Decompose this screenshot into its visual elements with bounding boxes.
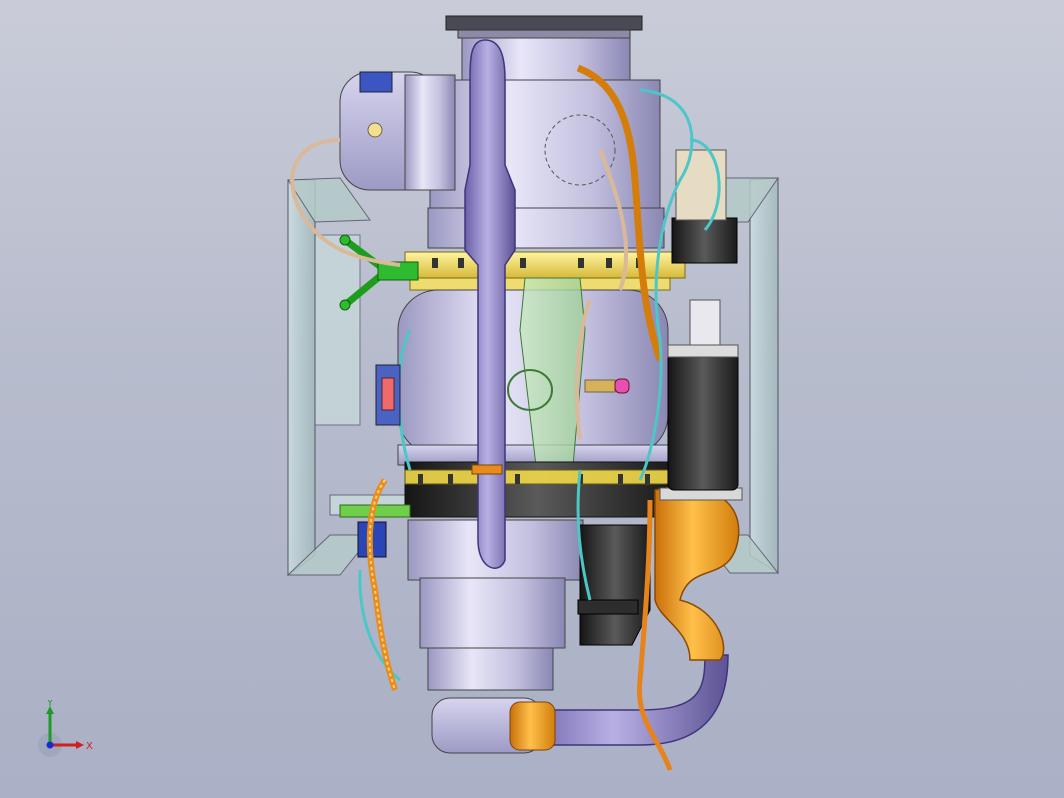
lower-ring[interactable] (404, 461, 671, 518)
black-elbow[interactable] (577, 524, 651, 646)
engine-cad-model[interactable] (0, 0, 1064, 798)
z-axis-dot (46, 741, 54, 749)
axis-triad: Y X (38, 700, 93, 757)
x-axis-label: X (86, 741, 93, 752)
side-valve[interactable] (584, 378, 630, 394)
electric-motor[interactable] (339, 71, 456, 191)
nameplate[interactable] (375, 364, 401, 426)
top-flange[interactable] (445, 15, 643, 39)
y-axis-label: Y (46, 700, 54, 709)
cad-viewport[interactable]: Y X (0, 0, 1064, 798)
orange-duct[interactable] (654, 486, 743, 661)
x-axis-arrow (76, 741, 84, 749)
